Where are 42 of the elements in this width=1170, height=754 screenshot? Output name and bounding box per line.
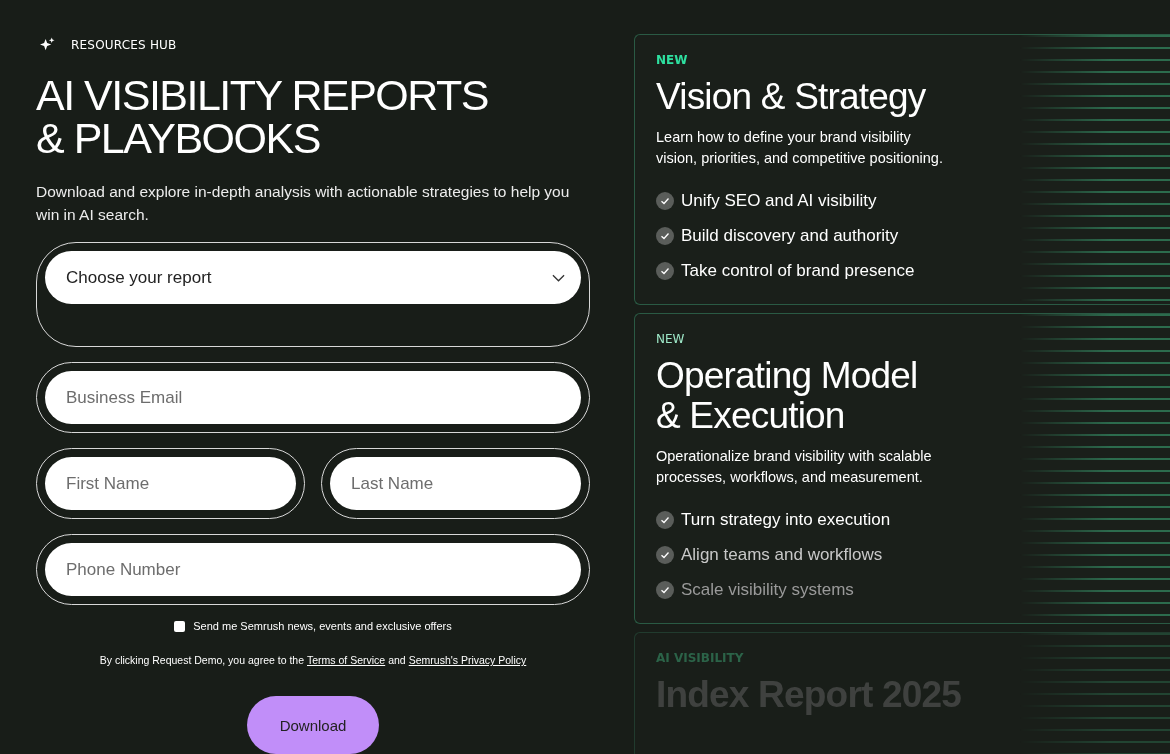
card-description-line: vision, priorities, and competitive positioning.	[656, 149, 943, 168]
check-circle-icon	[656, 261, 674, 280]
consent-text: By clicking Request Demo, you agree to the	[99, 654, 304, 666]
text-input-field[interactable]: Phone Number	[45, 543, 581, 596]
card-description-line: processes, workflows, and measurement.	[656, 468, 923, 487]
intro-text: Download and explore in-depth analysis with actionable strategies to help you win in AI search.	[36, 182, 571, 225]
page-title-line: AI VISIBILITY REPORTS	[36, 74, 489, 117]
check-circle-icon	[656, 580, 674, 599]
card-tag: NEW	[656, 332, 685, 346]
check-circle-icon	[656, 191, 674, 210]
download-button[interactable]: Download	[247, 696, 379, 754]
text-input-field[interactable]: Business Email	[45, 371, 581, 424]
check-circle-icon	[656, 545, 674, 564]
card-title-line: Vision & Strategy	[656, 77, 926, 117]
card-description-line: Operationalize brand visibility with scalable	[656, 447, 932, 466]
feature-text: Turn strategy into execution	[681, 509, 891, 530]
feature-text: Align teams and workflows	[681, 544, 883, 565]
card-description-line: Learn how to define your brand visibility	[656, 128, 911, 147]
feature-text: Take control of brand presence	[681, 260, 915, 281]
check-circle-icon	[656, 226, 674, 245]
newsletter-label: Send me Semrush news, events and exclusive offers	[193, 620, 452, 632]
text-input-field[interactable]: Last Name	[330, 457, 581, 510]
feature-text: Scale visibility systems	[681, 579, 854, 600]
eyebrow-label: RESOURCES HUB	[71, 37, 177, 52]
card-tag: AI VISIBILITY	[656, 651, 744, 665]
page-title-line: & PLAYBOOKS	[36, 117, 320, 160]
newsletter-checkbox[interactable]	[174, 620, 186, 632]
check-circle-icon	[656, 510, 674, 529]
feature-text: Unify SEO and AI visibility	[681, 190, 877, 211]
report-card[interactable]: NEW Operating Model & Execution Operationalize brand visibility with scalable processes, workflows, and measurement. Turn strategy into execution Align teams and workflows Scale visibility systems	[634, 313, 1170, 624]
report-card[interactable]	[634, 34, 1170, 305]
sparkle-icon	[40, 37, 55, 52]
text-input-field[interactable]: First Name	[45, 457, 296, 510]
card-title-line: Operating Model	[656, 356, 918, 396]
terms-link[interactable]: Terms of Service	[307, 654, 386, 666]
card-title-line: & Execution	[656, 396, 845, 436]
privacy-policy-link[interactable]: Semrush's Privacy Policy	[408, 654, 527, 666]
card-tag: NEW	[656, 53, 688, 67]
feature-text: Build discovery and authority	[681, 225, 899, 246]
consent-text: and	[388, 654, 406, 666]
chevron-down-icon	[552, 273, 565, 282]
report-select[interactable]: Choose your report	[45, 251, 581, 304]
